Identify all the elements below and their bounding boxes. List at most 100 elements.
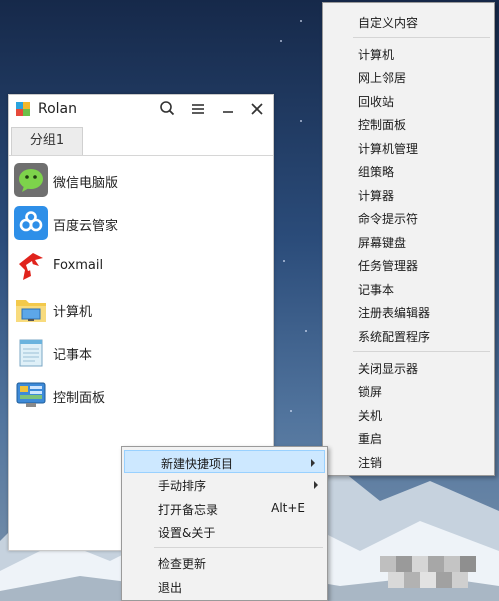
window-title: Rolan [38,101,78,117]
menu-item-shutdown[interactable]: 关机 [323,403,494,426]
menu-item-task-manager[interactable]: 任务管理器 [323,253,494,276]
menu-item-label: 注册表编辑器 [358,306,431,320]
pixelation-block [420,572,436,588]
menu-item-label: 命令提示符 [358,212,419,226]
menu-item-manual-sort[interactable]: 手动排序 [122,473,327,496]
launcher-item-control-panel[interactable]: 控制面板 [9,374,273,417]
minimize-button[interactable] [217,98,239,120]
pixelation-block [452,572,468,588]
launcher-item-baidu-cloud[interactable]: 百度云管家 [9,202,273,245]
pixelation-block [396,556,412,572]
launcher-item-label: 微信电脑版 [53,176,119,191]
launcher-item-label: 计算机 [53,305,93,320]
submenu-arrow-icon [311,459,315,467]
launcher-item-label: 控制面板 [53,391,106,406]
notepad-icon [19,339,43,367]
menu-item-label: 自定义内容 [358,16,419,30]
launcher-item-computer[interactable]: 计算机 [9,288,273,331]
group-tab-strip: 分组1 [9,127,273,156]
menu-item-label: 计算机管理 [358,142,419,156]
menu-item-custom-content[interactable]: 自定义内容 [323,10,494,33]
menu-item-label: 记事本 [358,283,395,297]
menu-item-label: 锁屏 [358,385,383,399]
menu-item-label: 控制面板 [358,118,407,132]
foxmail-icon [19,253,43,280]
computer-folder-icon [16,300,46,322]
menu-item-computer[interactable]: 计算机 [323,42,494,65]
menu-item-turn-off-display[interactable]: 关闭显示器 [323,356,494,379]
menu-item-label: 注销 [358,456,383,470]
menu-item-restart[interactable]: 重启 [323,426,494,449]
pixelation-block [436,572,452,588]
menu-item-network-neighborhood[interactable]: 网上邻居 [323,65,494,88]
menu-item-control-panel[interactable]: 控制面板 [323,112,494,135]
menu-item-lock-screen[interactable]: 锁屏 [323,379,494,402]
launcher-item-notepad[interactable]: 记事本 [9,331,273,374]
menu-item-label: 手动排序 [158,479,207,493]
pixelation-block [404,572,420,588]
menu-separator [353,351,490,352]
menu-item-notepad[interactable]: 记事本 [323,277,494,300]
menu-item-label: 关闭显示器 [358,362,419,376]
pixelation-block [412,556,428,572]
launcher-item-list: 微信电脑版 百度云管家 Foxmail 计算机 记事本 控制面板 [9,159,273,417]
submenu-arrow-icon [314,481,318,489]
custom-content-menu: 自定义内容 计算机 网上邻居 回收站 控制面板 计算机管理 组策略 计算器 命令… [322,2,495,476]
menu-item-label: 关机 [358,409,383,423]
menu-item-label: 屏幕键盘 [358,236,407,250]
launcher-item-label: Foxmail [53,258,104,273]
title-bar[interactable]: Rolan [9,95,273,123]
shortcut-key-label: Alt+E [271,501,305,515]
baidu-cloud-icon [14,206,48,240]
launcher-item-wechat[interactable]: 微信电脑版 [9,159,273,202]
search-icon [160,101,175,116]
menu-item-label: 网上邻居 [358,71,407,85]
menu-item-command-prompt[interactable]: 命令提示符 [323,206,494,229]
menu-item-exit[interactable]: 退出 [122,575,327,598]
menu-item-onscreen-keyboard[interactable]: 屏幕键盘 [323,230,494,253]
menu-button[interactable] [187,98,209,120]
menu-item-label: 任务管理器 [358,259,419,273]
rolan-logo-icon [16,102,30,116]
menu-item-system-config[interactable]: 系统配置程序 [323,324,494,347]
menu-item-registry-editor[interactable]: 注册表编辑器 [323,300,494,323]
launcher-item-label: 百度云管家 [53,219,119,234]
hamburger-menu-icon [192,104,204,114]
menu-item-label: 系统配置程序 [358,330,431,344]
search-button[interactable] [156,98,178,120]
pixelation-block [428,556,444,572]
menu-item-group-policy[interactable]: 组策略 [323,159,494,182]
menu-item-recycle-bin[interactable]: 回收站 [323,89,494,112]
menu-separator [353,37,490,38]
menu-item-settings-about[interactable]: 设置&关于 [122,520,327,543]
menu-item-logoff[interactable]: 注销 [323,450,494,473]
menu-item-label: 打开备忘录 [158,503,219,517]
menu-item-computer-management[interactable]: 计算机管理 [323,136,494,159]
menu-item-label: 检查更新 [158,557,207,571]
launcher-item-label: 记事本 [53,348,93,363]
menu-item-label: 退出 [158,581,183,595]
pixelation-block [388,572,404,588]
minimize-icon [223,111,233,113]
menu-item-calculator[interactable]: 计算器 [323,183,494,206]
menu-item-label: 回收站 [358,95,395,109]
tab-group1[interactable]: 分组1 [11,127,83,155]
pixelation-block [380,556,396,572]
menu-item-open-memo[interactable]: 打开备忘录 Alt+E [122,497,327,520]
menu-item-label: 新建快捷项目 [161,457,234,471]
menu-item-label: 计算机 [358,48,395,62]
menu-item-check-update[interactable]: 检查更新 [122,551,327,574]
pixelation-block [444,556,460,572]
menu-item-label: 组策略 [358,165,395,179]
menu-item-label: 重启 [358,432,383,446]
launcher-item-foxmail[interactable]: Foxmail [9,245,273,288]
control-panel-icon [16,382,46,407]
launcher-popup-menu: 新建快捷项目 手动排序 打开备忘录 Alt+E 设置&关于 检查更新 退出 [121,446,328,601]
menu-item-label: 设置&关于 [158,526,216,540]
pixelation-block [460,556,476,572]
close-icon [251,103,263,115]
menu-separator [154,547,323,548]
wechat-icon [14,163,48,197]
close-button[interactable] [246,98,268,120]
menu-item-new-shortcut[interactable]: 新建快捷项目 [124,450,325,473]
